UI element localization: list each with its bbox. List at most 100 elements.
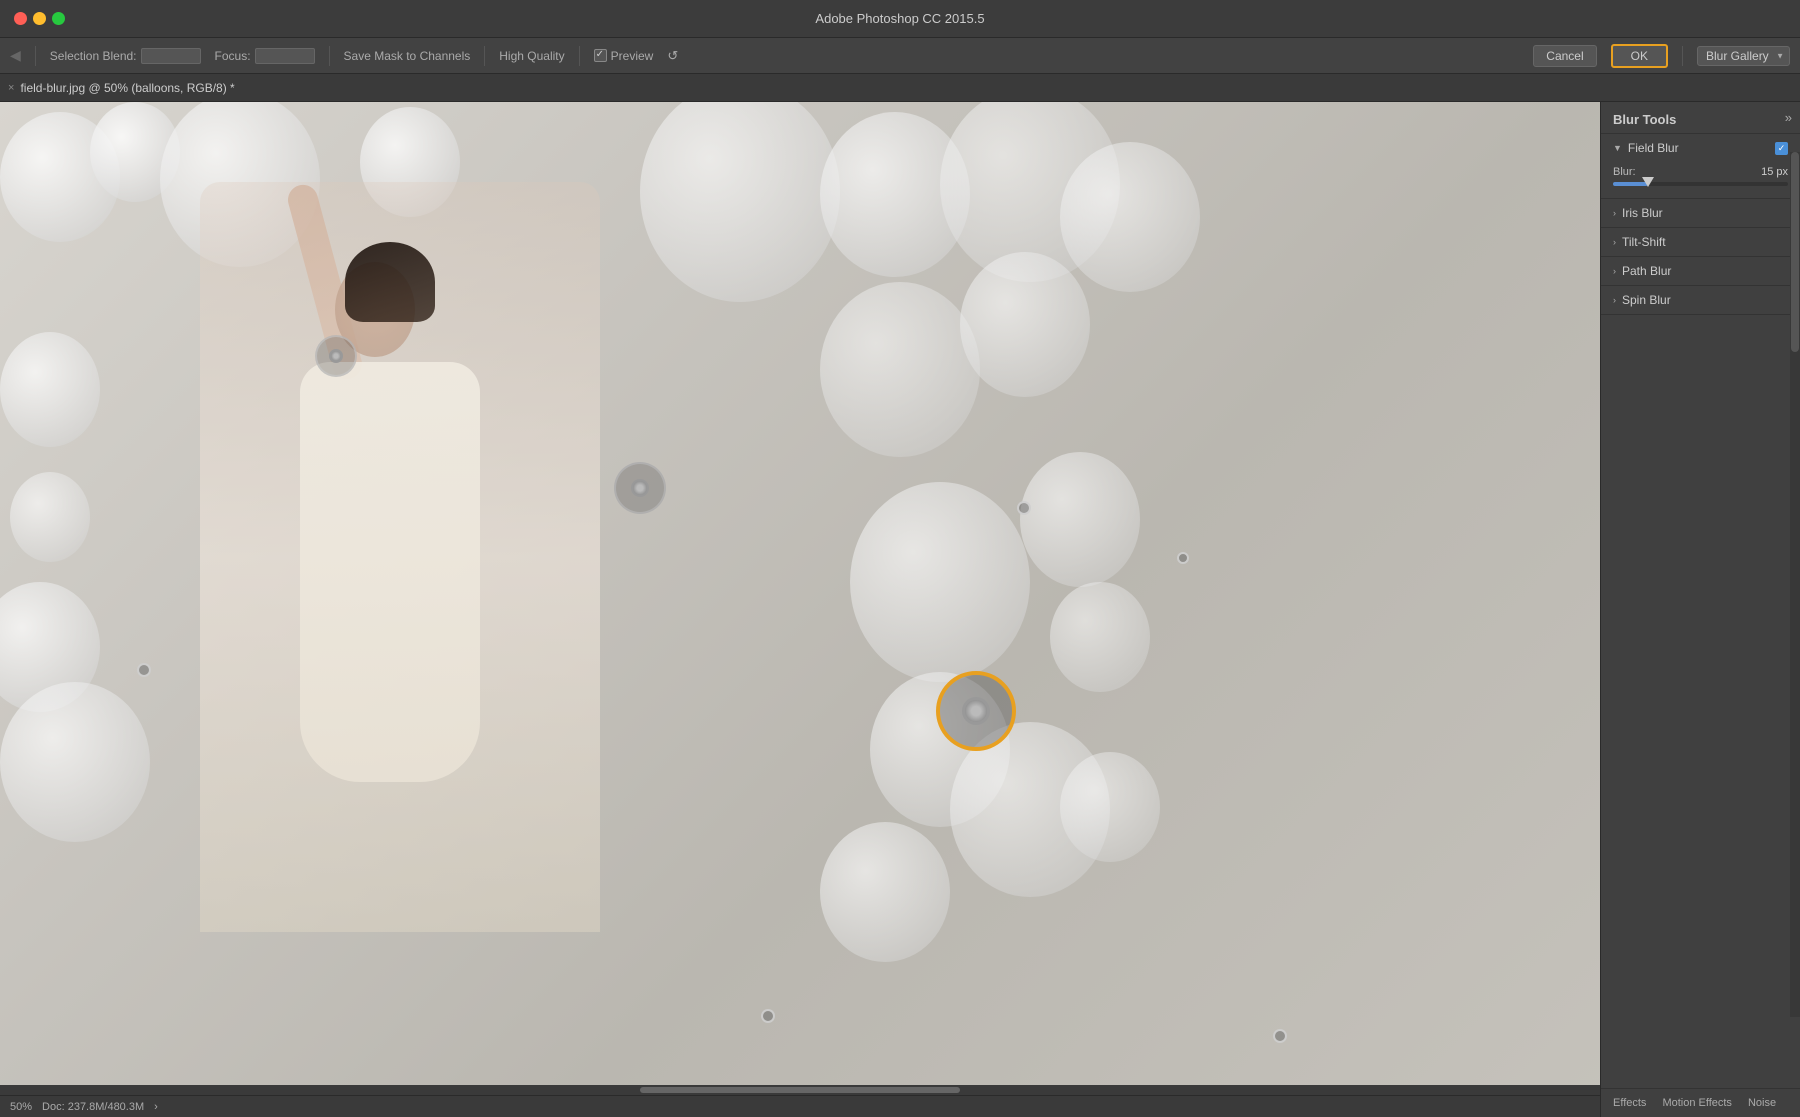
close-button[interactable] (14, 12, 27, 25)
balloon-13 (820, 282, 980, 457)
field-blur-header[interactable]: ▼ Field Blur (1601, 134, 1800, 162)
path-blur-section: › Path Blur (1601, 257, 1800, 286)
maximize-button[interactable] (52, 12, 65, 25)
balloon-8 (1060, 142, 1200, 292)
blur-pin-2-center (631, 479, 649, 497)
window-controls[interactable] (0, 12, 65, 25)
blur-pin-8[interactable] (1273, 1029, 1287, 1043)
balloon-10 (10, 472, 90, 562)
selection-blend-input[interactable] (141, 48, 201, 64)
cancel-button[interactable]: Cancel (1533, 45, 1596, 67)
blur-pin-2[interactable] (614, 462, 666, 514)
toolbar-divider-1 (35, 46, 36, 66)
status-arrow[interactable]: › (154, 1101, 158, 1113)
blur-slider-thumb[interactable] (1642, 177, 1654, 187)
noise-tab[interactable]: Noise (1744, 1095, 1780, 1111)
high-quality-item: High Quality (499, 49, 564, 63)
field-blur-checkbox[interactable] (1775, 142, 1788, 155)
blur-pin-3[interactable] (1017, 501, 1031, 515)
app-title: Adobe Photoshop CC 2015.5 (815, 11, 984, 26)
tab-close-button[interactable]: × (8, 82, 14, 94)
effects-tab[interactable]: Effects (1609, 1095, 1650, 1111)
woman-figure-area (200, 182, 600, 932)
tilt-shift-header[interactable]: › Tilt-Shift (1601, 228, 1800, 256)
balloon-21 (820, 822, 950, 962)
blur-pin-2-ring (614, 462, 666, 514)
canvas-scrollbar[interactable] (0, 1085, 1600, 1095)
title-bar: Adobe Photoshop CC 2015.5 (0, 0, 1800, 38)
undo-icon[interactable]: ↺ (667, 48, 678, 64)
path-blur-name: Path Blur (1622, 264, 1788, 278)
blur-pin-1-center (329, 349, 343, 363)
toolbar-divider-3 (484, 46, 485, 66)
blur-pin-4-dot (137, 663, 151, 677)
preview-checkbox[interactable] (594, 49, 607, 62)
blur-pin-active-center (962, 697, 990, 725)
preview-item[interactable]: Preview (594, 49, 654, 63)
blur-value: 15 px (1761, 166, 1788, 178)
path-blur-header[interactable]: › Path Blur (1601, 257, 1800, 285)
doc-info: Doc: 237.8M/480.3M (42, 1101, 144, 1113)
tilt-shift-name: Tilt-Shift (1622, 235, 1788, 249)
save-mask-item: Save Mask to Channels (344, 49, 471, 63)
focus-item: Focus: (215, 48, 315, 64)
blur-label-row: Blur: 15 px (1613, 166, 1788, 178)
blur-gallery-select[interactable]: Blur Gallery (1697, 46, 1790, 66)
blur-gallery-select-wrapper[interactable]: Blur Gallery (1697, 46, 1790, 66)
panel-header: Blur Tools (1601, 102, 1800, 134)
tilt-shift-chevron: › (1613, 237, 1616, 247)
balloon-17 (1050, 582, 1150, 692)
spin-blur-name: Spin Blur (1622, 293, 1788, 307)
minimize-button[interactable] (33, 12, 46, 25)
focus-label: Focus: (215, 49, 251, 63)
balloon-16 (1020, 452, 1140, 587)
main-layout: 50% Doc: 237.8M/480.3M › Blur Tools » ▼ … (0, 102, 1800, 1117)
iris-blur-header[interactable]: › Iris Blur (1601, 199, 1800, 227)
toolbar-divider-4 (579, 46, 580, 66)
blur-pin-7[interactable] (761, 1009, 775, 1023)
blur-pin-active[interactable] (936, 671, 1016, 751)
motion-effects-tab[interactable]: Motion Effects (1658, 1095, 1736, 1111)
panel-bottom-tabs: Effects Motion Effects Noise (1601, 1088, 1800, 1117)
ok-button[interactable]: OK (1611, 44, 1668, 68)
blur-pin-3-dot (1017, 501, 1031, 515)
undo-icon-item[interactable]: ↺ (667, 48, 678, 64)
status-bar: 50% Doc: 237.8M/480.3M › (0, 1095, 1600, 1117)
blur-pin-4[interactable] (137, 663, 151, 677)
iris-blur-name: Iris Blur (1622, 206, 1788, 220)
field-blur-content: Blur: 15 px (1601, 162, 1800, 198)
toolbar-divider-5 (1682, 46, 1683, 66)
balloon-12 (0, 682, 150, 842)
panel-scrollbar[interactable] (1790, 152, 1800, 1017)
blur-pin-1[interactable] (315, 335, 357, 377)
spin-blur-section: › Spin Blur (1601, 286, 1800, 315)
save-mask-label: Save Mask to Channels (344, 49, 471, 63)
blur-pin-1-ring (315, 335, 357, 377)
toolbar: ◀ Selection Blend: Focus: Save Mask to C… (0, 38, 1800, 74)
selection-blend-label: Selection Blend: (50, 49, 137, 63)
preview-label: Preview (611, 49, 654, 63)
blur-pin-7-dot (761, 1009, 775, 1023)
right-panel: Blur Tools » ▼ Field Blur Blur: 15 px (1600, 102, 1800, 1117)
blur-pin-8-dot (1273, 1029, 1287, 1043)
selection-blend-item: Selection Blend: (50, 48, 201, 64)
blur-pin-5-dot (1177, 552, 1189, 564)
path-blur-chevron: › (1613, 266, 1616, 276)
dress (300, 362, 480, 782)
field-blur-name: Field Blur (1628, 141, 1775, 155)
toolbar-back: ◀ (10, 47, 21, 64)
blur-slider-track[interactable] (1613, 182, 1788, 186)
zoom-level: 50% (10, 1101, 32, 1113)
scrollbar-thumb[interactable] (640, 1087, 960, 1093)
panel-expand-button[interactable]: » (1785, 110, 1792, 125)
canvas-area[interactable]: 50% Doc: 237.8M/480.3M › (0, 102, 1600, 1117)
panel-scrollbar-thumb[interactable] (1791, 152, 1799, 352)
balloon-9 (0, 332, 100, 447)
field-blur-chevron: ▼ (1613, 143, 1622, 153)
tilt-shift-section: › Tilt-Shift (1601, 228, 1800, 257)
spin-blur-header[interactable]: › Spin Blur (1601, 286, 1800, 314)
back-icon: ◀ (10, 47, 21, 64)
focus-input[interactable] (255, 48, 315, 64)
high-quality-label: High Quality (499, 49, 564, 63)
blur-pin-5[interactable] (1177, 552, 1191, 566)
